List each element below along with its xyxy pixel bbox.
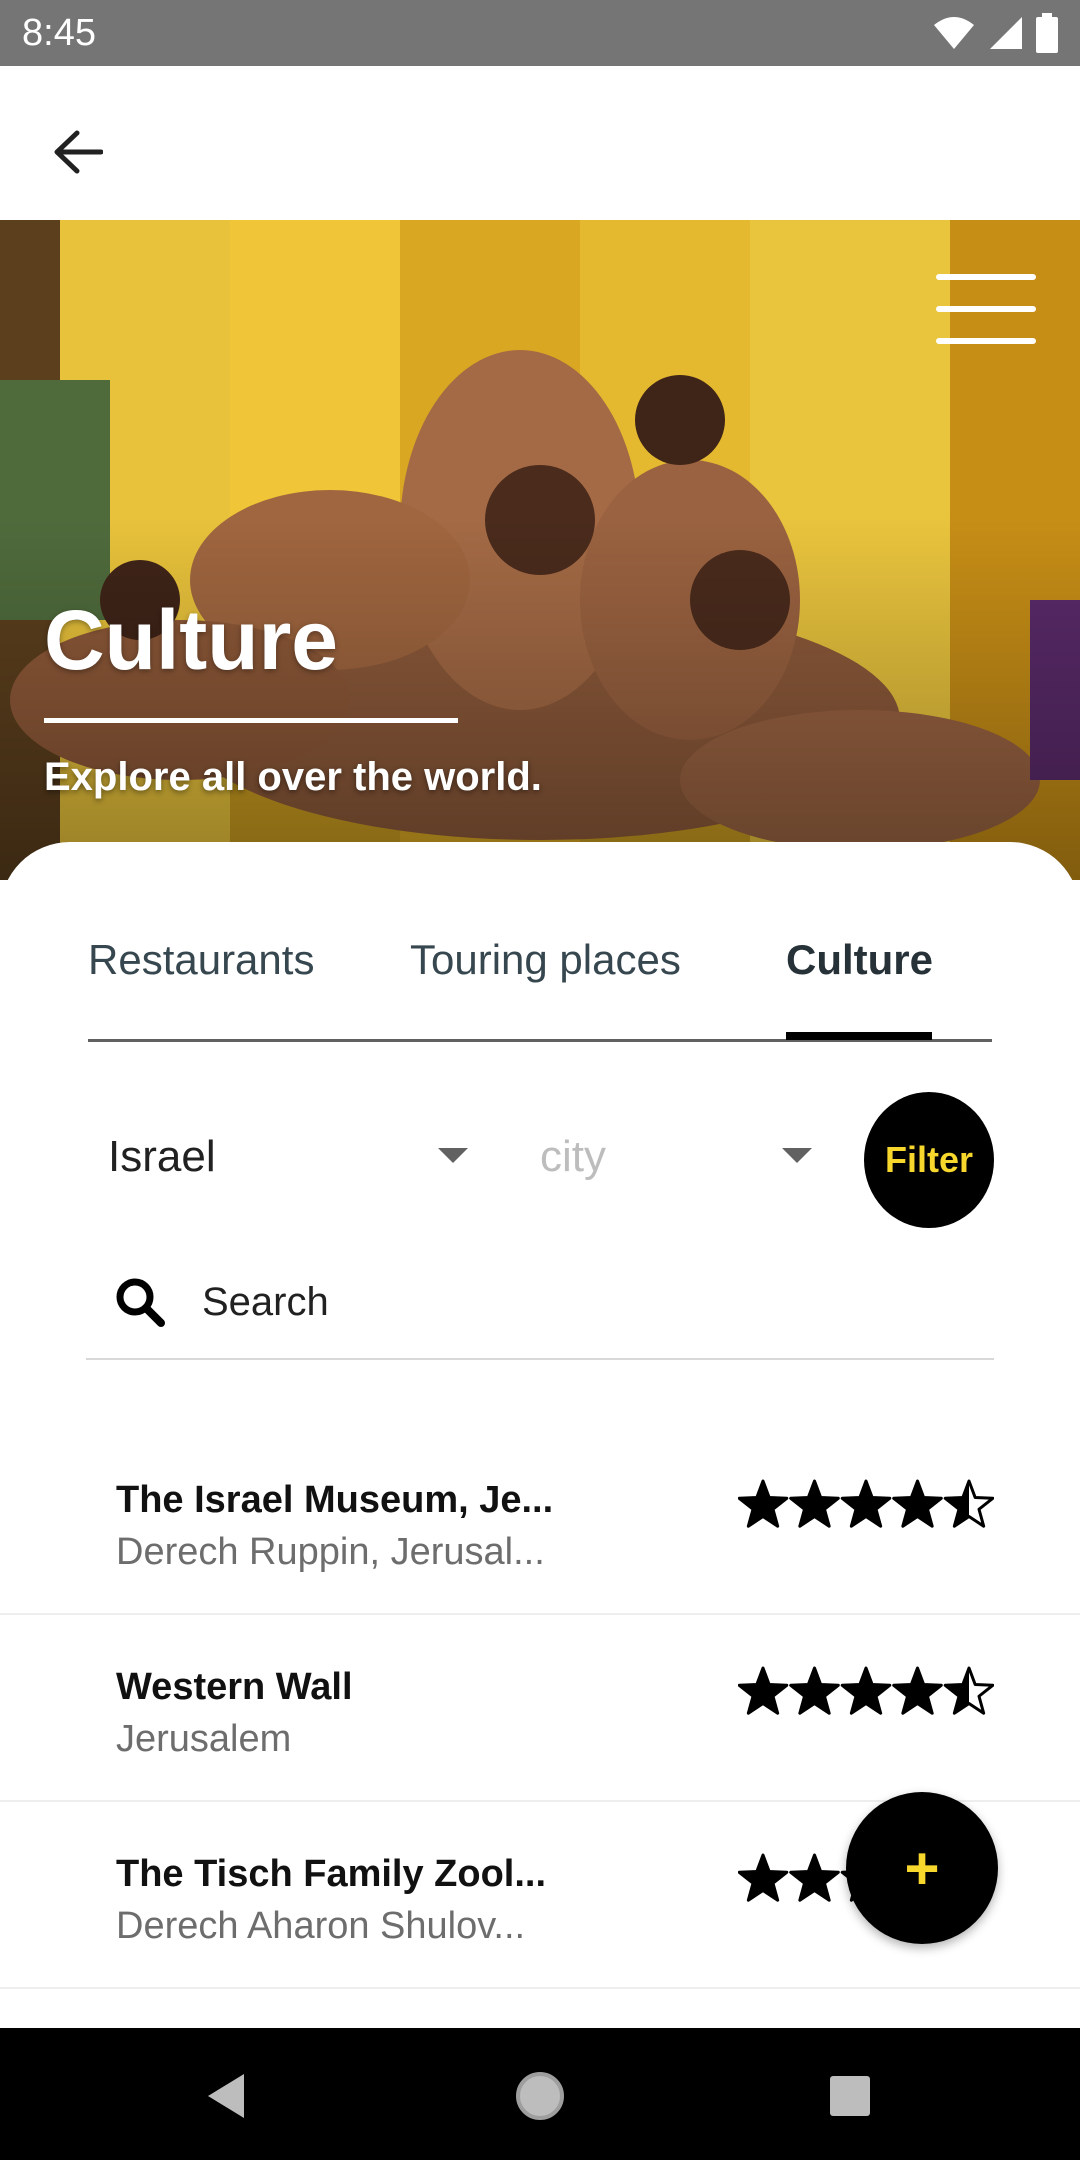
nav-recents-button[interactable] <box>818 2064 882 2128</box>
country-dropdown[interactable]: Israel <box>108 1112 468 1202</box>
back-triangle-icon <box>208 2074 244 2118</box>
list-item[interactable]: The Israel Museum, Je... Derech Ruppin, … <box>0 1428 1080 1615</box>
wifi-icon <box>934 17 974 49</box>
nav-back-button[interactable] <box>194 2064 258 2128</box>
hero-title-underline <box>44 718 458 723</box>
filter-button[interactable]: Filter <box>864 1092 994 1228</box>
tab-restaurants[interactable]: Restaurants <box>88 934 314 986</box>
rating-stars-svg <box>737 1479 995 1528</box>
star-filled-icon <box>842 1668 890 1714</box>
active-tab-indicator <box>786 1032 932 1040</box>
star-filled-icon <box>790 1481 839 1527</box>
star-filled-icon <box>739 1855 787 1901</box>
category-tabs: Restaurants Touring places Culture <box>88 842 992 1042</box>
place-subtitle: Derech Aharon Shulov... <box>116 1905 526 1947</box>
star-filled-icon <box>893 1481 942 1527</box>
search-label: Search <box>202 1280 329 1324</box>
star-filled-icon <box>842 1481 890 1527</box>
home-circle-icon <box>516 2072 564 2120</box>
star-filled-icon <box>893 1668 942 1714</box>
place-subtitle: Jerusalem <box>116 1718 292 1760</box>
list-item[interactable]: Western Wall Jerusalem <box>0 1615 1080 1802</box>
country-dropdown-value: Israel <box>108 1132 216 1181</box>
tab-touring-places[interactable]: Touring places <box>410 934 681 986</box>
rating-stars-svg <box>737 1666 995 1715</box>
back-button[interactable] <box>36 110 120 194</box>
search-input[interactable]: Search <box>86 1248 994 1360</box>
status-icons <box>932 12 1058 54</box>
hamburger-menu-icon[interactable] <box>936 274 1036 348</box>
city-dropdown-placeholder: city <box>540 1132 606 1181</box>
place-title: Western Wall <box>116 1666 353 1708</box>
chevron-down-icon <box>438 1148 468 1163</box>
place-subtitle: Derech Ruppin, Jerusal... <box>116 1531 545 1573</box>
status-bar: 8:45 <box>0 0 1080 66</box>
hero-title: Culture <box>44 593 338 687</box>
status-time: 8:45 <box>22 12 96 54</box>
cellular-signal-icon <box>990 17 1022 49</box>
recents-square-icon <box>830 2076 870 2116</box>
arrow-left-icon <box>54 130 103 174</box>
star-filled-icon <box>739 1481 787 1527</box>
search-icon <box>116 1278 165 1327</box>
star-filled-icon <box>790 1855 839 1901</box>
battery-icon <box>1036 13 1058 53</box>
filter-row: Israel city Filter <box>0 1082 1080 1232</box>
place-title: The Tisch Family Zool... <box>116 1853 547 1895</box>
hero-banner: Culture Explore all over the world. <box>0 220 1080 880</box>
tab-culture[interactable]: Culture <box>786 934 933 986</box>
system-nav-bar <box>0 2028 1080 2160</box>
city-dropdown[interactable]: city <box>540 1112 816 1202</box>
chevron-down-icon <box>782 1148 812 1163</box>
app-bar <box>0 66 1080 220</box>
add-button[interactable]: + <box>846 1792 998 1944</box>
rating-stars <box>737 1665 995 1719</box>
nav-home-button[interactable] <box>508 2064 572 2128</box>
star-filled-icon <box>790 1668 839 1714</box>
hero-subtitle: Explore all over the world. <box>44 755 542 799</box>
star-filled-icon <box>739 1668 787 1714</box>
rating-stars <box>737 1478 995 1532</box>
place-title: The Israel Museum, Je... <box>116 1479 554 1521</box>
